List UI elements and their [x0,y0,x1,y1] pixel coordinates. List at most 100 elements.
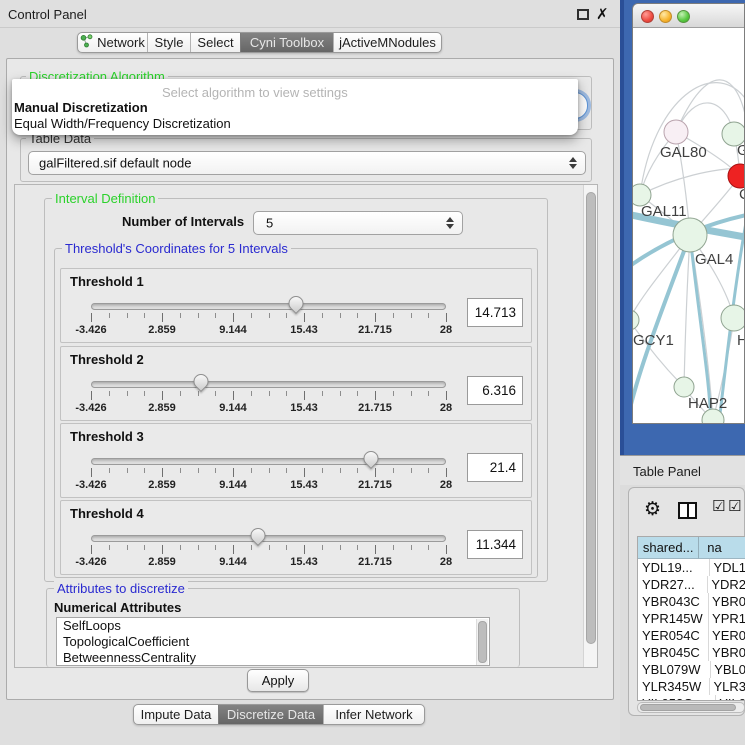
table-row[interactable]: YDR27...YDR2 [638,576,745,593]
scrollbar-thumb[interactable] [640,704,736,711]
zoom-traffic-light-icon[interactable] [677,10,690,23]
tab-style[interactable]: Style [147,33,190,52]
cell-name[interactable]: YER0 [709,627,745,644]
slider-thumb[interactable] [361,448,382,469]
slider-thumb[interactable] [247,525,268,546]
threshold-slider[interactable]: -3.4262.8599.14415.4321.71528 [91,373,446,419]
tick-mark [180,545,181,550]
algorithm-option-manual-discretization[interactable]: Manual Discretization [14,100,148,115]
attribute-item-betweennesscentrality[interactable]: BetweennessCentrality [57,650,489,666]
network-canvas[interactable]: GAL80GCGAL11GAL4GCY1HHAP2 [633,28,745,424]
cell-name[interactable]: YPR1 [709,610,745,627]
cell-name[interactable]: YBR0 [709,593,745,610]
cell-name[interactable]: YDR2 [708,576,745,593]
network-node-gal4[interactable] [673,218,707,252]
column-header-na[interactable]: na [699,537,745,559]
cell-name[interactable]: YDL1 [710,559,745,576]
split-columns-icon[interactable] [678,502,697,519]
table-row[interactable]: YBR043CYBR0 [638,593,745,610]
numerical-attributes-list[interactable]: SelfLoopsTopologicalCoefficientBetweenne… [56,617,490,666]
checkbox-checked-icon[interactable]: ☑ [728,497,741,515]
attributes-list-scrollbar[interactable] [476,619,488,665]
cell-shared-name[interactable]: YDR27... [638,576,708,593]
tick-label: 15.43 [290,402,318,414]
threshold-value-field[interactable]: 11.344 [467,530,523,559]
scrollbar-thumb[interactable] [586,192,596,644]
algorithm-option-equal-width-frequency-discretization[interactable]: Equal Width/Frequency Discretization [14,116,231,131]
network-node-hap2[interactable] [674,377,694,397]
tick-mark [127,391,128,396]
network-node-gcy1[interactable] [633,310,639,330]
threshold-slider[interactable]: -3.4262.8599.14415.4321.71528 [91,450,446,496]
table-data-combobox[interactable]: galFiltered.sif default node [28,151,586,175]
slider-thumb[interactable] [285,293,306,314]
attribute-item-topologicalcoefficient[interactable]: TopologicalCoefficient [57,634,489,650]
number-of-intervals-spinner[interactable]: 5 [253,211,463,235]
cell-name[interactable]: YBL0 [711,661,745,678]
cell-name[interactable]: YBR0 [709,644,745,661]
tab-impute-data[interactable]: Impute Data [134,705,218,724]
cell-shared-name[interactable]: YIL052C [638,695,716,701]
node-label-gal4: GAL4 [695,251,733,268]
scrollbar-thumb[interactable] [478,621,487,663]
cell-shared-name[interactable]: YDL19... [638,559,710,576]
tab-select[interactable]: Select [190,33,240,52]
cell-shared-name[interactable]: YER054C [638,627,709,644]
tick-mark [180,468,181,473]
settings-vertical-scrollbar[interactable] [583,185,597,667]
tick-mark [215,545,216,550]
attribute-item-selfloops[interactable]: SelfLoops [57,618,489,634]
threshold-slider[interactable]: -3.4262.8599.14415.4321.71528 [91,527,446,573]
cell-shared-name[interactable]: YBR045C [638,644,709,661]
slider-track [91,381,446,388]
network-node-gal80[interactable] [664,120,688,144]
cell-shared-name[interactable]: YLR345W [638,678,710,695]
minimize-traffic-light-icon[interactable] [659,10,672,23]
table-row[interactable]: YDL19...YDL1 [638,559,745,576]
tick-mark [357,313,358,318]
column-header-shared[interactable]: shared... [638,537,699,559]
tick-mark [144,545,145,550]
network-edge[interactable] [684,235,690,387]
threshold-slider[interactable]: -3.4262.8599.14415.4321.71528 [91,295,446,341]
tick-mark [393,545,394,550]
slider-thumb[interactable] [190,371,211,392]
float-window-icon[interactable] [577,9,589,20]
tick-mark [269,545,270,550]
close-icon[interactable]: ✗ [596,5,609,23]
tick-mark [144,391,145,396]
table-row[interactable]: YBL079WYBL0 [638,661,745,678]
tick-label: -3.426 [75,402,106,414]
tab-cyni-toolbox[interactable]: Cyni Toolbox [240,33,333,52]
cell-shared-name[interactable]: YBL079W [638,661,711,678]
threshold-value-field[interactable]: 14.713 [467,298,523,327]
table-row[interactable]: YER054CYER0 [638,627,745,644]
threshold-value-field[interactable]: 6.316 [467,376,523,405]
node-attribute-table[interactable]: shared...na YDL19...YDL1YDR27...YDR2YBR0… [637,536,745,701]
network-node-h[interactable] [721,305,745,331]
table-row[interactable]: YPR145WYPR1 [638,610,745,627]
table-row[interactable]: YIL052CYIL0 [638,695,745,701]
tab-network[interactable]: Network [78,33,147,52]
checkbox-checked-icon[interactable]: ☑ [712,497,725,515]
table-horizontal-scrollbar[interactable] [637,702,745,713]
threshold-value-field[interactable]: 21.4 [467,453,523,482]
cell-shared-name[interactable]: YPR145W [638,610,709,627]
cell-shared-name[interactable]: YBR043C [638,593,709,610]
cell-name[interactable]: YLR3 [710,678,745,695]
table-row[interactable]: YBR045CYBR0 [638,644,745,661]
tick-mark [375,545,376,554]
cell-name[interactable]: YIL0 [716,695,745,701]
tab-jactivemnodules[interactable]: jActiveMNodules [333,33,441,52]
apply-button[interactable]: Apply [247,669,309,692]
gear-icon[interactable]: ⚙ [644,498,661,520]
number-of-intervals-value: 5 [266,216,273,231]
close-traffic-light-icon[interactable] [641,10,654,23]
tab-discretize-data[interactable]: Discretize Data [218,705,323,724]
table-row[interactable]: YLR345WYLR3 [638,678,745,695]
network-window-titlebar[interactable] [633,4,745,28]
tick-label: 9.144 [219,402,247,414]
tab-infer-network[interactable]: Infer Network [323,705,424,724]
tab-label: Network [97,35,145,50]
network-graph[interactable]: GAL80GCGAL11GAL4GCY1HHAP2 [633,28,745,424]
